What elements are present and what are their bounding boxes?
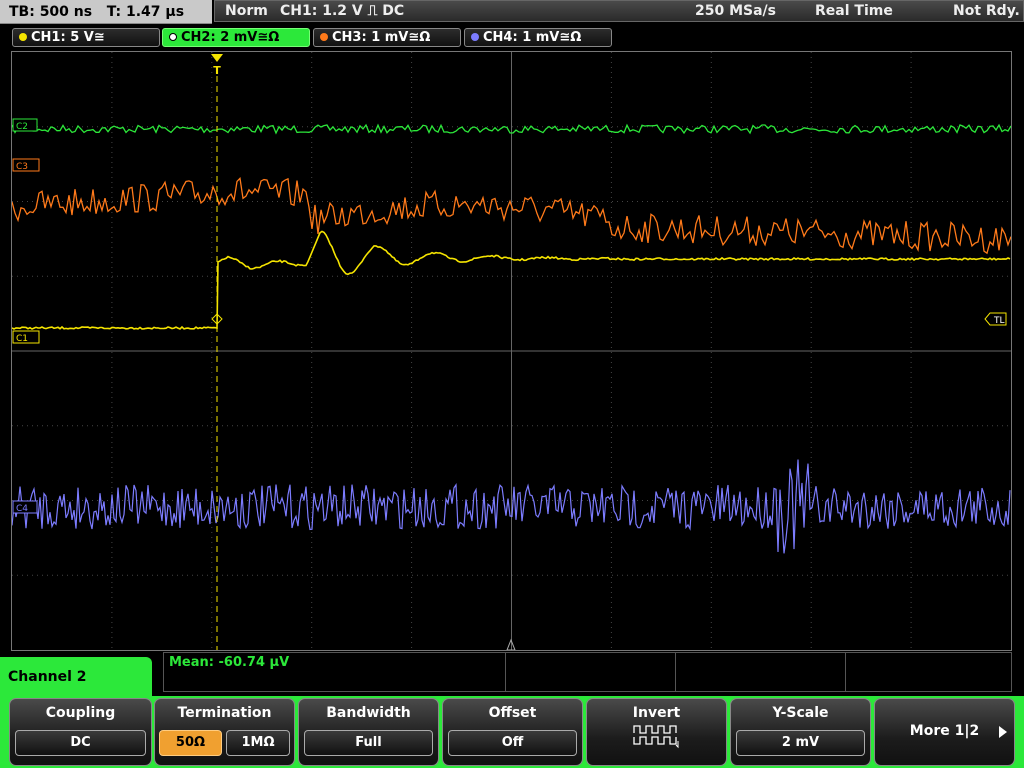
yscale-value-button[interactable]: 2 mV <box>736 730 865 756</box>
tab-ch3-label: CH3: 1 mV≅Ω <box>332 30 431 45</box>
termination-1mohm-option[interactable]: 1MΩ <box>226 730 290 756</box>
ch2-marker-text: C2 <box>16 122 28 132</box>
tab-ch1-label: CH1: 5 V≅ <box>31 30 105 45</box>
tab-ch4-label: CH4: 1 mV≅Ω <box>483 30 582 45</box>
trigger-info[interactable]: CH1: 1.2 V ⎍ DC <box>280 1 404 21</box>
ch3-dot-icon <box>320 33 328 41</box>
trigger-level-text: TL <box>993 316 1005 326</box>
bandwidth-value-button[interactable]: Full <box>304 730 433 756</box>
ch2-dot-icon <box>169 33 177 41</box>
measurement-divider <box>675 653 676 691</box>
tab-ch2[interactable]: CH2: 2 mV≅Ω <box>162 28 310 47</box>
bandwidth-title: Bandwidth <box>326 705 411 721</box>
ch4-marker-text: C4 <box>16 504 28 514</box>
invert-title: Invert <box>632 705 681 721</box>
termination-title: Termination <box>177 705 272 721</box>
trigger-position-marker[interactable]: T <box>211 54 223 77</box>
bandwidth-button[interactable]: Bandwidth Full <box>298 698 439 766</box>
square-wave-icon <box>632 725 678 749</box>
measurement-divider <box>505 653 506 691</box>
yscale-button[interactable]: Y-Scale 2 mV <box>730 698 871 766</box>
termination-button[interactable]: Termination 50Ω 1MΩ <box>154 698 295 766</box>
invert-button[interactable]: Invert <box>586 698 727 766</box>
ch1-dot-icon <box>19 33 27 41</box>
ch1-marker-text: C1 <box>16 334 28 344</box>
offset-value-button[interactable]: Off <box>448 730 577 756</box>
measurement-divider <box>845 653 846 691</box>
waveform-canvas[interactable]: T C2 C3 C1 C4 TL <box>12 52 1011 650</box>
ch3-ground-marker[interactable]: C3 <box>12 158 40 172</box>
timebase-readout[interactable]: TB: 500 ns T: 1.47 µs <box>0 0 212 24</box>
more-title: More 1|2 <box>909 723 980 739</box>
waveform-display[interactable]: T C2 C3 C1 C4 TL <box>11 51 1012 651</box>
ch2-ground-marker[interactable]: C2 <box>12 118 38 132</box>
yscale-title: Y-Scale <box>772 705 829 721</box>
trigger-state: Not Rdy. <box>953 3 1020 19</box>
ch4-ground-marker[interactable]: C4 <box>12 500 38 514</box>
coupling-title: Coupling <box>45 705 116 721</box>
ch1-ground-marker[interactable]: C1 <box>12 330 40 344</box>
trigger-mode[interactable]: Norm <box>225 1 268 21</box>
termination-50ohm-option[interactable]: 50Ω <box>159 730 222 756</box>
coupling-button[interactable]: Coupling DC <box>9 698 152 766</box>
mean-measurement[interactable]: Mean: -60.74 µV <box>169 655 289 670</box>
offset-button[interactable]: Offset Off <box>442 698 583 766</box>
measurement-bar: Mean: -60.74 µV <box>163 652 1012 692</box>
offset-title: Offset <box>488 705 537 721</box>
more-button[interactable]: More 1|2 <box>874 698 1015 766</box>
ch3-marker-text: C3 <box>16 162 28 172</box>
trigger-level-marker[interactable]: TL <box>984 312 1007 326</box>
acquisition-mode: Real Time <box>815 3 893 19</box>
tab-ch4[interactable]: CH4: 1 mV≅Ω <box>464 28 612 47</box>
graticule <box>12 52 1011 650</box>
sample-rate: 250 MSa/s <box>695 3 777 19</box>
tab-ch3[interactable]: CH3: 1 mV≅Ω <box>313 28 461 47</box>
arrow-right-icon <box>999 726 1007 738</box>
trigger-pos-text: T <box>213 64 221 77</box>
acquisition-status: Norm CH1: 1.2 V ⎍ DC 250 MSa/s Real Time… <box>214 0 1024 22</box>
coupling-value-button[interactable]: DC <box>15 730 146 756</box>
tab-ch2-label: CH2: 2 mV≅Ω <box>181 30 280 45</box>
ch4-dot-icon <box>471 33 479 41</box>
status-bar: TB: 500 ns T: 1.47 µs Norm CH1: 1.2 V ⎍ … <box>0 0 1024 26</box>
active-channel-label: Channel 2 <box>0 657 152 697</box>
tab-ch1[interactable]: CH1: 5 V≅ <box>12 28 160 47</box>
